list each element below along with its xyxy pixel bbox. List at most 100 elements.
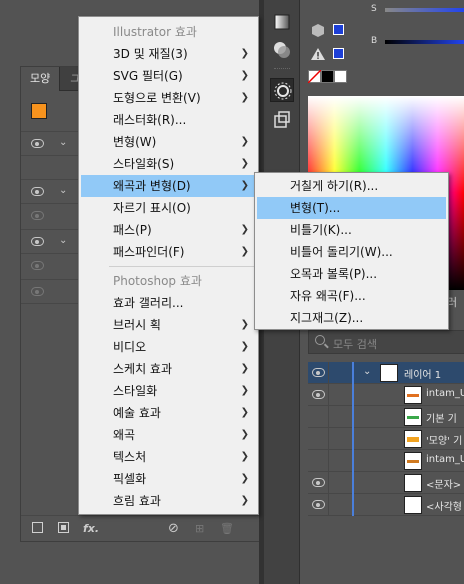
gradient-icon[interactable] [270, 10, 294, 34]
menu-item-sketch[interactable]: 스케치 효과 ❯ [81, 358, 257, 380]
menu-item-pixelate[interactable]: 픽셀화 ❯ [81, 468, 257, 490]
menu-item-convert-to-shape[interactable]: 도형으로 변환(V) ❯ [81, 87, 257, 109]
eye-icon[interactable] [312, 478, 325, 487]
none-swatch[interactable] [308, 70, 321, 83]
fx-icon[interactable]: fx. [83, 522, 99, 536]
submenu-arrow-icon: ❯ [240, 224, 249, 235]
new-fill-icon[interactable] [58, 522, 69, 533]
menu-item-path[interactable]: 패스(P) ❯ [81, 219, 257, 241]
submenu-arrow-icon: ❯ [240, 180, 249, 191]
layer-row[interactable]: intam_U [308, 450, 464, 472]
submenu-arrow-icon: ❯ [240, 136, 249, 147]
gamut-color-chip[interactable] [333, 24, 344, 35]
layer-name[interactable]: 기본 기 [426, 410, 457, 425]
layer-name[interactable]: <문자> [426, 476, 461, 491]
submenu-item-transform[interactable]: 변형(T)... [257, 197, 446, 219]
web-safe-color-chip[interactable] [333, 48, 344, 59]
menu-header-photoshop: Photoshop 효과 [113, 274, 202, 288]
visibility-cell[interactable] [308, 472, 329, 494]
eye-icon[interactable] [312, 500, 325, 509]
menu-item-label: 도형으로 변환(V) [113, 91, 201, 105]
menu-item-effect-gallery[interactable]: 효과 갤러리... [81, 292, 257, 314]
menu-item-label: 스케치 효과 [113, 362, 173, 376]
layer-row[interactable]: <문자> [308, 472, 464, 494]
chevron-down-icon[interactable]: ⌄ [59, 185, 67, 196]
trash-icon[interactable]: 🗑 [220, 522, 234, 536]
appearance-icon[interactable] [270, 78, 294, 102]
menu-item-distort[interactable]: 왜곡 ❯ [81, 424, 257, 446]
submenu-item-roughen[interactable]: 거칠게 하기(R)... [257, 175, 446, 197]
visibility-cell[interactable] [308, 494, 329, 516]
visibility-cell[interactable] [308, 450, 329, 472]
layer-color-bar [352, 362, 354, 384]
layer-row[interactable]: '모양' 기 [308, 428, 464, 450]
submenu-item-zig-zag[interactable]: 지그재그(Z)... [257, 307, 446, 329]
menu-item-label: 예술 효과 [113, 406, 161, 420]
out-of-gamut-icon[interactable] [310, 22, 326, 41]
submenu-item-free-distort[interactable]: 자유 왜곡(F)... [257, 285, 446, 307]
submenu-item-twist[interactable]: 비틀어 돌리기(W)... [257, 241, 446, 263]
layer-name[interactable]: intam_U [426, 454, 464, 465]
chevron-down-icon[interactable]: ⌄ [363, 366, 371, 377]
layers-search-input[interactable]: 모두 검색 [308, 330, 464, 354]
layer-name[interactable]: <사각형 [426, 498, 462, 513]
fill-swatch[interactable] [31, 103, 47, 119]
layer-row[interactable]: ⌄ 레이어 1 [308, 362, 464, 384]
menu-item-artistic[interactable]: 예술 효과 ❯ [81, 402, 257, 424]
submenu-arrow-icon: ❯ [240, 158, 249, 169]
chevron-down-icon[interactable]: ⌄ [59, 137, 67, 148]
warning-icon[interactable] [310, 46, 326, 65]
layer-row[interactable]: 기본 기 [308, 406, 464, 428]
submenu-arrow-icon: ❯ [240, 92, 249, 103]
layers-panel: 러 모두 검색 ⌄ 레이어 1 intam_U 기본 기 '모양' 기 inta… [301, 290, 464, 584]
visibility-cell[interactable] [308, 406, 329, 428]
layer-color-bar [352, 494, 354, 516]
layer-name[interactable]: 레이어 1 [404, 366, 441, 381]
submenu-arrow-icon: ❯ [240, 473, 249, 484]
menu-item-video[interactable]: 비디오 ❯ [81, 336, 257, 358]
black-swatch[interactable] [321, 70, 334, 83]
eye-icon[interactable] [31, 237, 44, 246]
visibility-cell[interactable] [308, 428, 329, 450]
layer-name[interactable]: '모양' 기 [426, 432, 462, 447]
duplicate-item-icon[interactable]: ⊞ [195, 522, 204, 536]
saturation-slider[interactable] [385, 8, 464, 12]
submenu-item-pucker-bloat[interactable]: 오목과 볼록(P)... [257, 263, 446, 285]
eye-icon[interactable] [31, 187, 44, 196]
menu-item-pathfinder[interactable]: 패스파인더(F) ❯ [81, 241, 257, 263]
artboards-icon[interactable] [270, 108, 294, 132]
eye-icon[interactable] [31, 287, 44, 296]
menu-item-stylize[interactable]: 스타일화(S) ❯ [81, 153, 257, 175]
menu-item-stylize-ps[interactable]: 스타일화 ❯ [81, 380, 257, 402]
submenu-item-tweak[interactable]: 비틀기(K)... [257, 219, 446, 241]
tab-appearance[interactable]: 모양 [21, 67, 61, 91]
transparency-icon[interactable] [270, 38, 294, 62]
search-placeholder: 모두 검색 [333, 338, 377, 351]
menu-item-3d[interactable]: 3D 및 재질(3) ❯ [81, 43, 257, 65]
white-swatch[interactable] [334, 70, 347, 83]
layer-thumbnail [404, 408, 422, 426]
menu-item-svg-filter[interactable]: SVG 필터(G) ❯ [81, 65, 257, 87]
chevron-down-icon[interactable]: ⌄ [59, 235, 67, 246]
menu-item-distort-transform-w[interactable]: 변형(W) ❯ [81, 131, 257, 153]
menu-item-brush-strokes[interactable]: 브러시 획 ❯ [81, 314, 257, 336]
menu-item-crop-marks[interactable]: 자르기 표시(O) [81, 197, 257, 219]
brightness-slider[interactable] [385, 40, 464, 44]
eye-icon[interactable] [31, 211, 44, 220]
menu-item-rasterize[interactable]: 래스터화(R)... [81, 109, 257, 131]
menu-item-texture[interactable]: 텍스처 ❯ [81, 446, 257, 468]
eye-icon[interactable] [31, 261, 44, 270]
menu-item-blur[interactable]: 흐림 효과 ❯ [81, 490, 257, 512]
layer-row[interactable]: <사각형 [308, 494, 464, 516]
visibility-cell[interactable] [308, 384, 329, 406]
visibility-cell[interactable] [308, 362, 329, 384]
layer-name[interactable]: intam_U [426, 388, 464, 399]
clear-appearance-icon[interactable]: ⊘ [168, 522, 179, 536]
eye-icon[interactable] [31, 139, 44, 148]
layer-row[interactable]: intam_U [308, 384, 464, 406]
eye-icon[interactable] [312, 390, 325, 399]
new-stroke-icon[interactable] [32, 522, 43, 533]
menu-item-distort-and-transform[interactable]: 왜곡과 변형(D) ❯ [81, 175, 257, 197]
eye-icon[interactable] [312, 368, 325, 377]
submenu-arrow-icon: ❯ [240, 246, 249, 257]
